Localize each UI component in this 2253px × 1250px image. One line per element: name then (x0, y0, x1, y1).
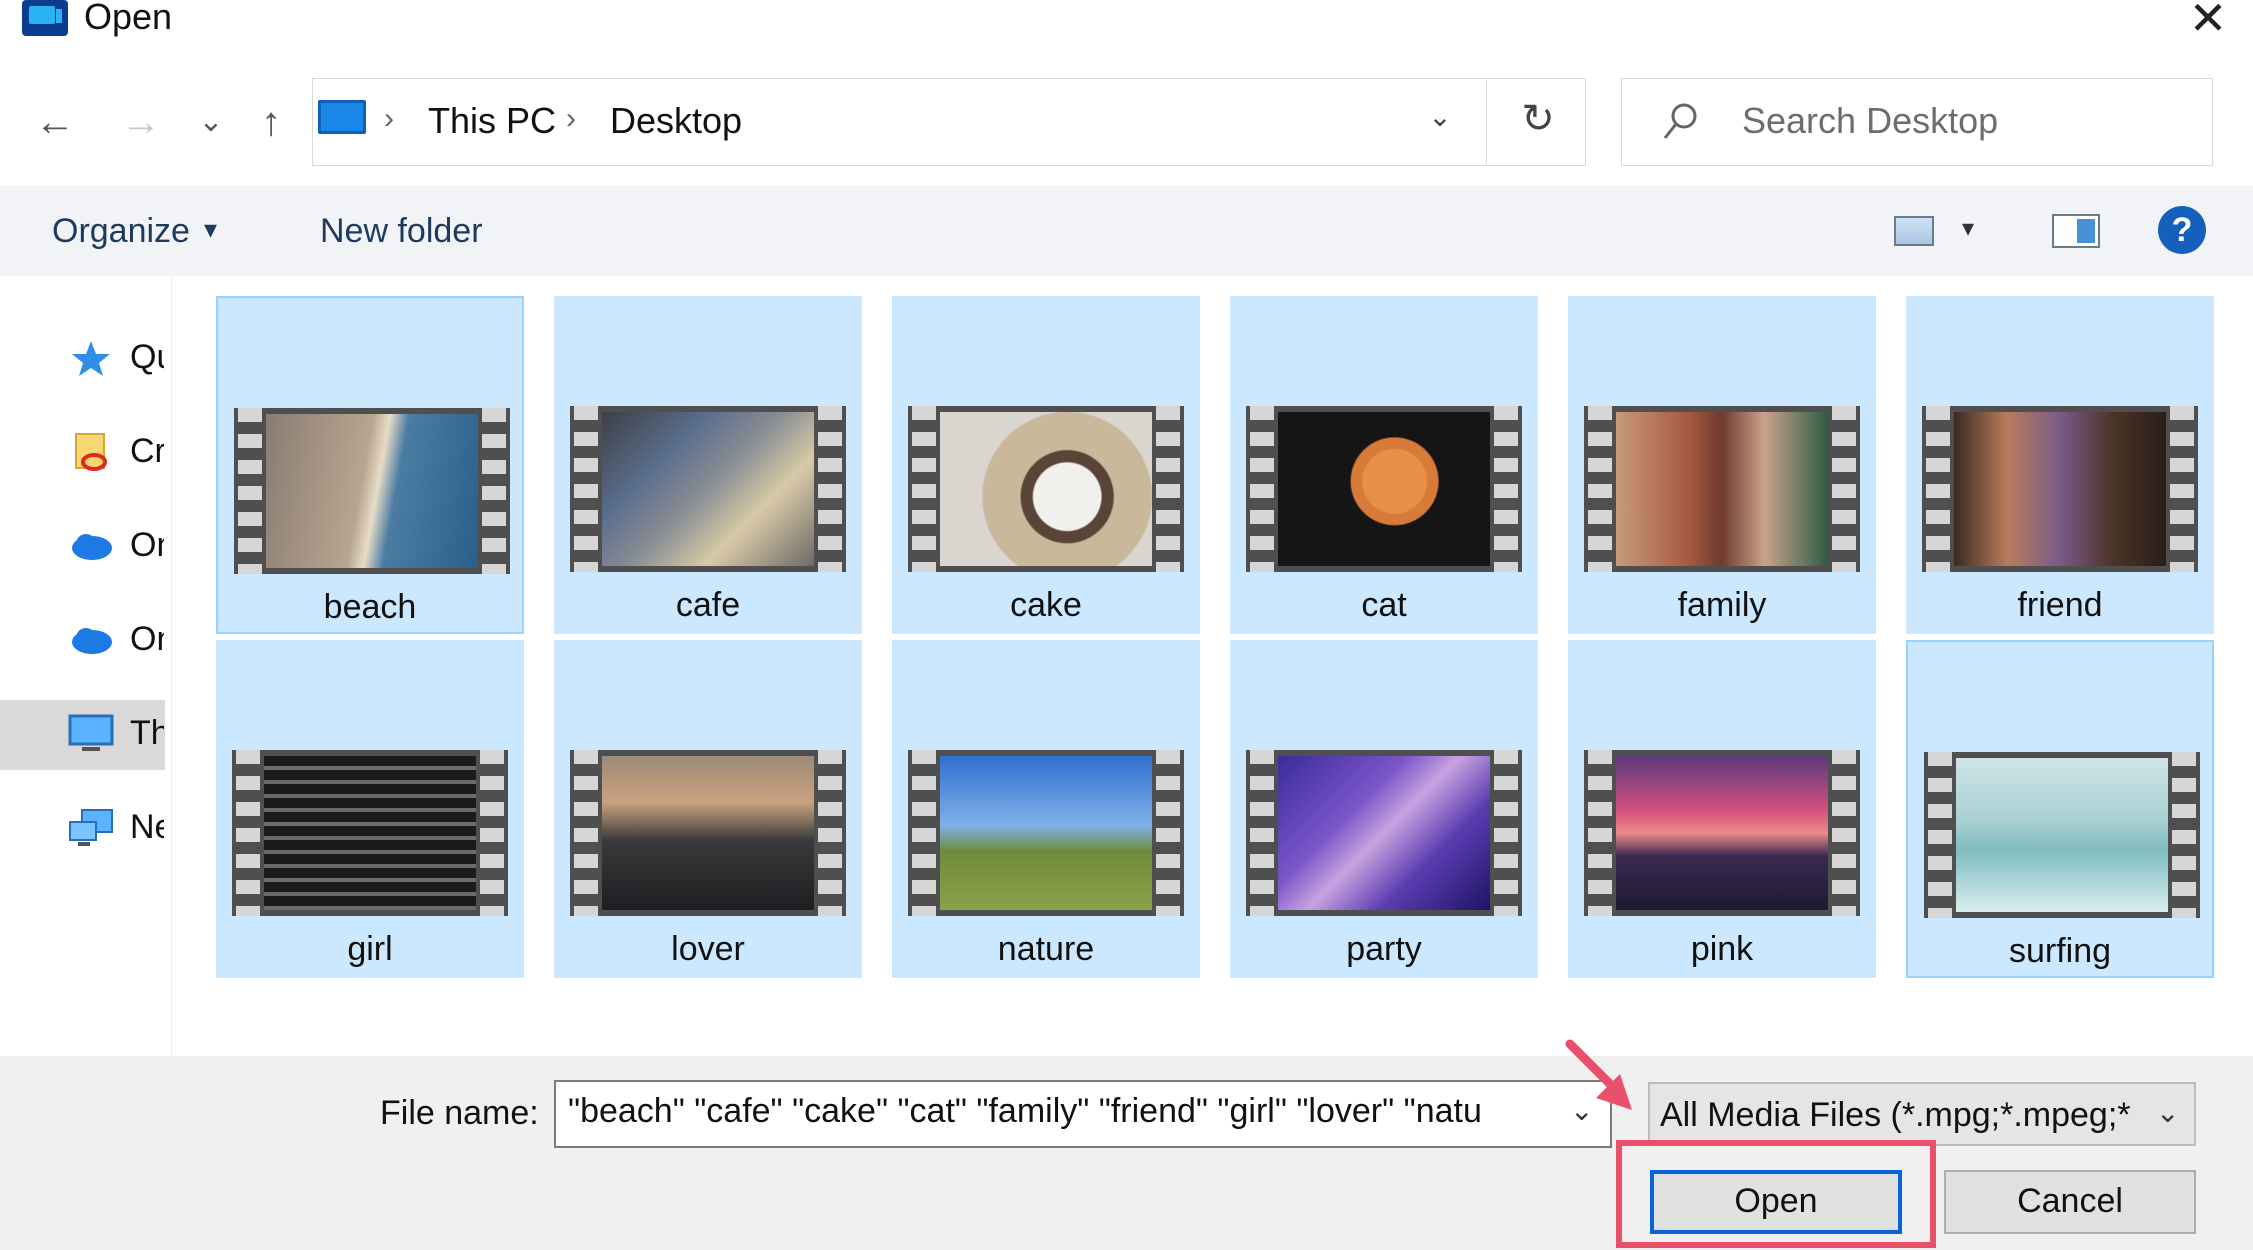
new-folder-button[interactable]: New folder (320, 212, 483, 251)
nav-item-onedrive-2[interactable]: OneDrive (0, 606, 165, 676)
nav-item-label: This PC (130, 714, 164, 752)
back-button[interactable]: ← (30, 100, 80, 144)
app-icon (22, 0, 68, 36)
file-tile-party[interactable]: party (1230, 640, 1538, 978)
creative-cloud-icon (75, 433, 107, 471)
search-icon (1663, 103, 1697, 139)
video-thumbnail (1246, 750, 1522, 916)
video-thumbnail (1584, 406, 1860, 572)
chevron-down-icon[interactable]: ⌄ (2156, 1096, 2179, 1129)
pc-icon (318, 100, 366, 134)
file-name: cafe (675, 586, 741, 624)
breadcrumb-separator: › (384, 102, 394, 135)
file-name: beach (323, 588, 417, 626)
pc-icon (68, 714, 114, 751)
file-name: pink (1690, 930, 1754, 968)
file-name: girl (347, 930, 393, 968)
video-thumbnail (908, 750, 1184, 916)
nav-item-label: OneDrive (130, 620, 164, 658)
file-tile-friend[interactable]: friend (1906, 296, 2214, 634)
video-thumbnail (908, 406, 1184, 572)
file-name-input[interactable]: "beach" "cafe" "cake" "cat" "family" "fr… (554, 1080, 1612, 1148)
breadcrumb-desktop[interactable]: Desktop (610, 100, 742, 142)
nav-item-label: Network (130, 808, 164, 846)
nav-item-this-pc[interactable]: This PC (0, 700, 165, 770)
video-thumbnail (570, 406, 846, 572)
onedrive-icon (72, 534, 112, 560)
nav-item-onedrive[interactable]: OneDrive (0, 512, 165, 582)
video-thumbnail (234, 408, 510, 574)
file-tile-cat[interactable]: cat (1230, 296, 1538, 634)
video-thumbnail (1246, 406, 1522, 572)
recent-locations-button[interactable]: ⌄ (186, 100, 236, 144)
video-thumbnail (570, 750, 846, 916)
search-input[interactable]: Search Desktop (1742, 100, 1998, 142)
change-view-icon[interactable] (1894, 216, 1934, 246)
file-tile-beach[interactable]: beach (216, 296, 524, 634)
refresh-button[interactable]: ↻ (1508, 96, 1568, 142)
file-name: family (1677, 586, 1767, 624)
file-tile-nature[interactable]: nature (892, 640, 1200, 978)
video-thumbnail (1922, 406, 2198, 572)
video-thumbnail (1924, 752, 2200, 918)
nav-item-network[interactable]: Network (0, 794, 165, 864)
file-tile-cake[interactable]: cake (892, 296, 1200, 634)
video-thumbnail (1584, 750, 1860, 916)
forward-button[interactable]: → (116, 100, 166, 144)
file-name-label: File name: (380, 1094, 539, 1132)
address-dropdown-button[interactable]: ⌄ (1420, 100, 1460, 133)
close-button[interactable]: ✕ (2180, 0, 2236, 48)
file-name: cake (1010, 586, 1082, 624)
cancel-button[interactable]: Cancel (1944, 1170, 2196, 1234)
address-divider (1486, 80, 1487, 164)
file-tile-lover[interactable]: lover (554, 640, 862, 978)
nav-item-label: OneDrive (130, 526, 164, 564)
file-tile-cafe[interactable]: cafe (554, 296, 862, 634)
view-options-dropdown[interactable]: ▾ (1962, 214, 1974, 243)
file-name: cat (1361, 586, 1407, 624)
file-tile-pink[interactable]: pink (1568, 640, 1876, 978)
nav-item-creative-cloud[interactable]: Creative Cloud Files (0, 418, 165, 488)
video-thumbnail (232, 750, 508, 916)
file-name: surfing (2008, 932, 2112, 970)
onedrive-icon (72, 628, 112, 654)
up-button[interactable]: ↑ (246, 100, 296, 144)
nav-item-quick-access[interactable]: Quick access (0, 324, 165, 394)
file-name: lover (671, 930, 745, 968)
chevron-down-icon[interactable]: ▾ (204, 214, 217, 245)
file-name: friend (2017, 586, 2103, 624)
file-tile-family[interactable]: family (1568, 296, 1876, 634)
file-tile-girl[interactable]: girl (216, 640, 524, 978)
highlight-box (1616, 1140, 1936, 1248)
nav-item-label: Quick access (130, 338, 164, 376)
preview-pane-icon[interactable] (2052, 214, 2100, 248)
file-name: nature (997, 930, 1095, 968)
organize-button[interactable]: Organize (52, 212, 190, 251)
star-icon (72, 341, 110, 376)
file-tile-surfing[interactable]: surfing (1906, 640, 2214, 978)
network-icon (69, 809, 113, 846)
file-name: party (1346, 930, 1422, 968)
window-title: Open (84, 0, 173, 37)
breadcrumb-this-pc[interactable]: This PC (428, 100, 556, 142)
breadcrumb-separator: › (566, 102, 576, 135)
pointer-arrow-icon (1565, 1039, 1632, 1110)
nav-item-label: Creative Cloud Files (130, 432, 164, 470)
file-type-select[interactable]: All Media Files (*.mpg;*.mpeg;* (1648, 1082, 2196, 1146)
help-icon[interactable]: ? (2158, 206, 2206, 254)
